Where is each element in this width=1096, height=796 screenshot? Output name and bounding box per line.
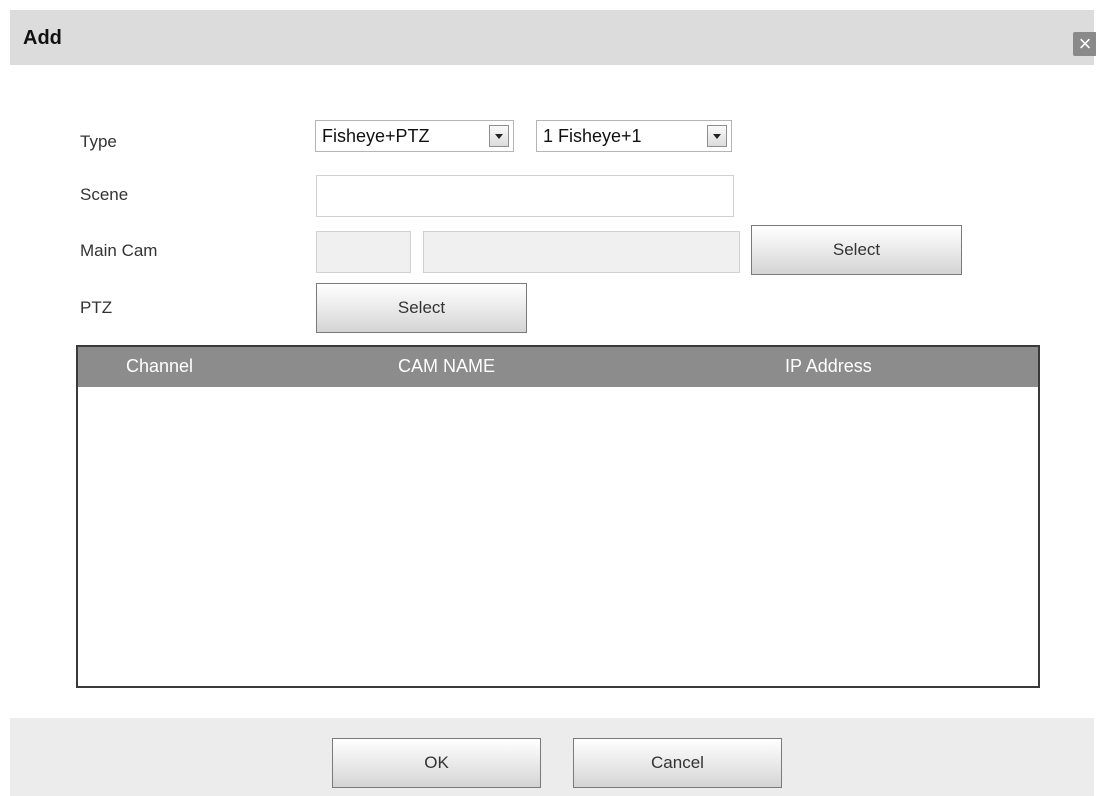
column-header-ip-address: IP Address bbox=[785, 356, 872, 376]
dialog-titlebar: Add × bbox=[10, 10, 1096, 65]
add-dialog: Add × Type Fisheye+PTZ 1 Fisheye+1 Scene… bbox=[0, 0, 1096, 796]
ok-button[interactable]: OK bbox=[332, 738, 541, 788]
cancel-button[interactable]: Cancel bbox=[573, 738, 782, 788]
main-cam-name-field bbox=[423, 231, 740, 273]
column-header-channel: Channel bbox=[126, 356, 194, 376]
main-cam-select-button[interactable]: Select bbox=[751, 225, 962, 275]
chevron-down-icon[interactable] bbox=[489, 125, 509, 147]
ptz-label: PTZ bbox=[80, 298, 113, 317]
dialog-title: Add bbox=[23, 27, 62, 49]
type-select-value: Fisheye+PTZ bbox=[322, 126, 430, 146]
table-header: Channel CAM NAME IP Address bbox=[78, 347, 1038, 387]
column-header-cam-name: CAM NAME bbox=[398, 356, 496, 376]
mode-select-value: 1 Fisheye+1 bbox=[543, 126, 642, 146]
dialog-footer bbox=[10, 718, 1094, 796]
main-cam-channel-field bbox=[316, 231, 411, 273]
close-icon[interactable]: × bbox=[1073, 32, 1096, 56]
scene-label: Scene bbox=[80, 185, 129, 204]
chevron-down-icon[interactable] bbox=[707, 125, 727, 147]
type-label: Type bbox=[80, 132, 117, 151]
mode-select[interactable]: 1 Fisheye+1 bbox=[536, 120, 732, 152]
main-cam-label: Main Cam bbox=[80, 241, 158, 260]
camera-table: Channel CAM NAME IP Address bbox=[76, 345, 1040, 688]
scene-input[interactable] bbox=[316, 175, 734, 217]
type-select[interactable]: Fisheye+PTZ bbox=[315, 120, 514, 152]
ptz-select-button[interactable]: Select bbox=[316, 283, 527, 333]
